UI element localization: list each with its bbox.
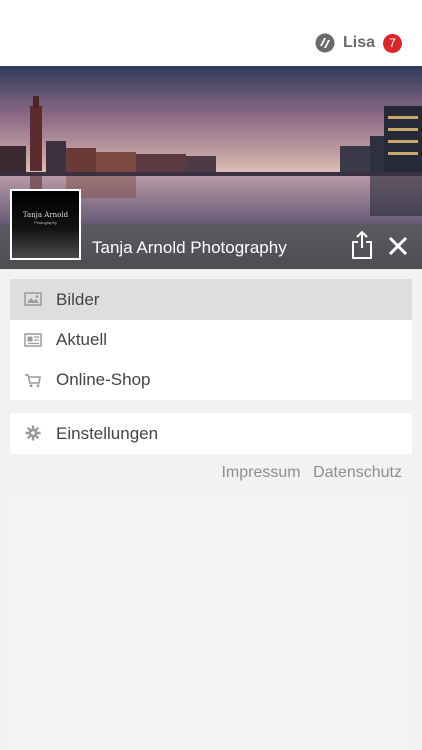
menu-label-aktuell: Aktuell bbox=[56, 330, 108, 349]
avatar: Tanja Arnold Photography bbox=[10, 189, 81, 260]
menu-label-online-shop: Online-Shop bbox=[56, 370, 151, 389]
menu-item-aktuell[interactable]: Aktuell bbox=[10, 320, 412, 360]
news-icon bbox=[24, 333, 42, 347]
menu-label-einstellungen: Einstellungen bbox=[56, 423, 159, 443]
menu-label-bilder: Bilder bbox=[56, 289, 100, 309]
user-area[interactable]: Lisa 7 bbox=[315, 33, 402, 53]
main-menu: Bilder Aktuell Online-Shop bbox=[10, 279, 412, 400]
menu-item-online-shop[interactable]: Online-Shop bbox=[10, 360, 412, 400]
gear-icon bbox=[25, 425, 41, 441]
datenschutz-link[interactable]: Datenschutz bbox=[313, 464, 402, 481]
top-bar: Lisa 7 bbox=[0, 0, 422, 66]
page-title: Tanja Arnold Photography bbox=[92, 238, 287, 257]
empty-content-area bbox=[10, 492, 412, 750]
settings-menu: Einstellungen bbox=[10, 413, 412, 454]
impressum-link[interactable]: Impressum bbox=[221, 464, 300, 481]
footer-links: Impressum Datenschutz bbox=[213, 464, 402, 482]
cart-icon bbox=[25, 374, 41, 388]
menu-item-einstellungen[interactable]: Einstellungen bbox=[10, 413, 412, 454]
close-icon[interactable] bbox=[386, 234, 410, 258]
image-icon bbox=[24, 292, 42, 306]
avatar-subtext: Photography bbox=[34, 220, 57, 225]
avatar-name: Tanja Arnold bbox=[22, 211, 69, 219]
menu-item-bilder[interactable]: Bilder bbox=[10, 279, 412, 320]
user-logo-icon bbox=[315, 33, 335, 53]
share-icon[interactable] bbox=[350, 230, 374, 260]
user-name[interactable]: Lisa bbox=[343, 34, 375, 52]
hero-banner: Tanja Arnold Photography Tanja Arnold Ph… bbox=[0, 66, 422, 269]
notification-badge[interactable]: 7 bbox=[383, 33, 402, 53]
